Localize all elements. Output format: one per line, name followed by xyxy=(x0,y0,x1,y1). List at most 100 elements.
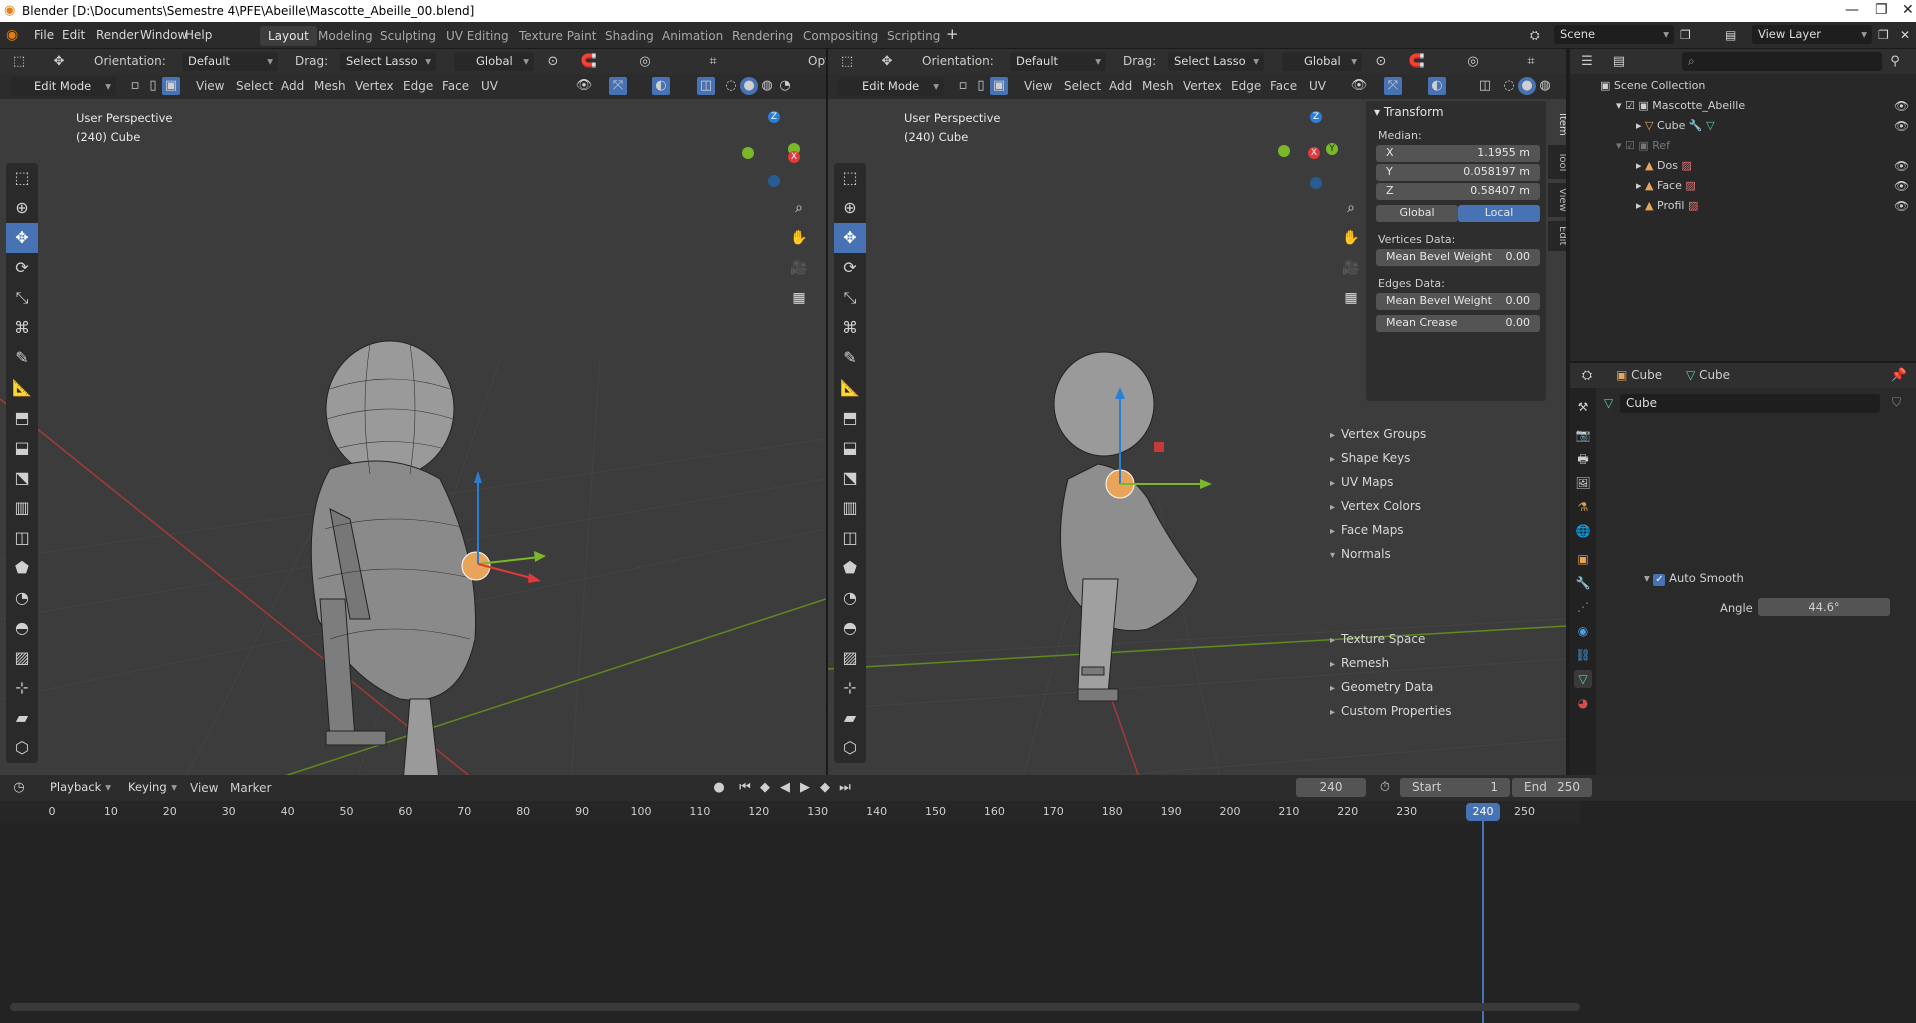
edge-select-icon[interactable]: ▯ xyxy=(144,77,162,95)
visibility-eye-icon[interactable]: 👁 xyxy=(1894,119,1909,133)
median-z-field[interactable]: Z 0.58407 m xyxy=(1376,183,1540,200)
gizmo-neg-y-axis[interactable] xyxy=(742,147,754,159)
object-tab-icon[interactable]: ▣ xyxy=(1574,550,1592,568)
tab-sculpting[interactable]: Sculpting xyxy=(372,26,444,46)
measure-tool[interactable]: 📐 xyxy=(6,373,38,403)
mode-dropdown[interactable]: Edit Mode xyxy=(10,77,116,96)
zoom-icon[interactable]: ⌕ xyxy=(786,195,812,221)
tab-edit[interactable]: Edit xyxy=(1548,221,1566,251)
gizmo-toggle-icon[interactable]: ⤧ xyxy=(1384,77,1402,95)
panel-custom-properties[interactable]: Custom Properties xyxy=(1330,704,1451,718)
cursor-tool[interactable]: ⊕ xyxy=(6,193,38,223)
gizmo-plane-handle[interactable] xyxy=(1154,442,1164,452)
face-select-icon[interactable]: ▣ xyxy=(990,77,1008,95)
snap-icon[interactable]: 🧲 xyxy=(580,53,598,71)
options-overflow[interactable]: Opt xyxy=(808,54,826,68)
panel-vertex-groups[interactable]: Vertex Groups xyxy=(1330,427,1426,441)
scene-tab-icon[interactable]: ⚗ xyxy=(1574,498,1592,516)
edge-slide-tool[interactable]: ▨ xyxy=(834,643,866,673)
tab-view[interactable]: View xyxy=(1548,183,1566,217)
play-reverse-icon[interactable]: ◀ xyxy=(776,779,794,797)
ortho-grid-icon[interactable]: ▦ xyxy=(786,285,812,311)
menu-uv[interactable]: UV xyxy=(481,79,498,93)
transform-tool[interactable]: ⌘ xyxy=(6,313,38,343)
start-frame-field[interactable]: Start 1 xyxy=(1400,778,1510,797)
timeline-scrollbar[interactable] xyxy=(10,1003,1580,1011)
scale-tool[interactable]: ⤡ xyxy=(834,283,866,313)
shading-wireframe-icon[interactable]: ◌ xyxy=(1500,77,1518,95)
tab-shading[interactable]: Shading xyxy=(597,26,662,46)
gizmo-y-axis[interactable]: Y xyxy=(1326,143,1338,155)
median-x-field[interactable]: X 1.1955 m xyxy=(1376,145,1540,162)
minimize-icon[interactable]: — xyxy=(1845,2,1859,18)
shading-wireframe-icon[interactable]: ◌ xyxy=(722,77,740,95)
panel-uv-maps[interactable]: UV Maps xyxy=(1330,475,1393,489)
visibility-eye-icon[interactable]: 👁 xyxy=(1894,99,1909,113)
fake-user-shield-icon[interactable]: ⛉ xyxy=(1892,395,1901,410)
menu-vertex[interactable]: Vertex xyxy=(355,79,394,93)
playhead-line[interactable] xyxy=(1482,821,1484,1023)
orientation-dropdown[interactable]: Default xyxy=(182,52,278,71)
annotate-tool[interactable]: ✎ xyxy=(834,343,866,373)
vertex-select-icon[interactable]: ▫ xyxy=(126,77,144,95)
overlay-toggle-icon[interactable]: ◐ xyxy=(1428,77,1446,95)
menu-help[interactable]: Help xyxy=(185,28,212,42)
menu-add[interactable]: Add xyxy=(281,79,304,93)
pin-icon[interactable]: 📌 xyxy=(1890,367,1908,385)
playhead-frame[interactable]: 240 xyxy=(1466,803,1500,821)
play-icon[interactable]: ▶ xyxy=(796,779,814,797)
move-tool-icon[interactable]: ✥ xyxy=(50,53,68,71)
prev-keyframe-icon[interactable]: ◆ xyxy=(756,779,774,797)
cursor-tool[interactable]: ⊕ xyxy=(834,193,866,223)
menu-edge[interactable]: Edge xyxy=(1231,79,1261,93)
pan-hand-icon[interactable]: ✋ xyxy=(786,225,812,251)
move-tool[interactable]: ✥ xyxy=(6,223,38,253)
menu-edit[interactable]: Edit xyxy=(62,28,85,42)
auto-smooth-row[interactable]: ▾ ✓ Auto Smooth xyxy=(1644,571,1744,586)
snap-icon[interactable]: 🧲 xyxy=(1408,53,1426,71)
particles-tab-icon[interactable]: ⋰ xyxy=(1574,598,1592,616)
add-workspace-icon[interactable]: + xyxy=(946,25,959,43)
view-object-types-icon[interactable]: 👁 xyxy=(1350,77,1368,95)
editor-type-icon[interactable]: ◷ xyxy=(10,779,28,797)
poly-build-tool[interactable]: ⬟ xyxy=(6,553,38,583)
end-frame-field[interactable]: End 250 xyxy=(1512,778,1592,797)
editor-type-icon[interactable]: ⬚ xyxy=(10,53,28,71)
editor-type-icon[interactable]: ☰ xyxy=(1578,53,1596,71)
menu-face[interactable]: Face xyxy=(1270,79,1297,93)
scale-tool[interactable]: ⤡ xyxy=(6,283,38,313)
shear-tool[interactable]: ▰ xyxy=(6,703,38,733)
shading-material-icon[interactable]: ◍ xyxy=(758,77,776,95)
edge-select-icon[interactable]: ▯ xyxy=(972,77,990,95)
material-tab-icon[interactable]: ◕ xyxy=(1574,694,1592,712)
transform-tool[interactable]: ⌘ xyxy=(834,313,866,343)
select-box-tool[interactable]: ⬚ xyxy=(6,163,38,193)
render-tab-icon[interactable]: 📷 xyxy=(1574,426,1592,444)
spin-tool[interactable]: ◔ xyxy=(6,583,38,613)
new-view-layer-icon[interactable]: ❐ xyxy=(1878,28,1889,42)
panel-shape-keys[interactable]: Shape Keys xyxy=(1330,451,1410,465)
outliner-search-input[interactable]: ⌕ xyxy=(1682,52,1882,71)
gizmo-neg-y-axis[interactable] xyxy=(1278,145,1290,157)
view-layer-tab-icon[interactable]: 🖼 xyxy=(1574,474,1592,492)
annotate-tool[interactable]: ✎ xyxy=(6,343,38,373)
menu-mesh[interactable]: Mesh xyxy=(314,79,346,93)
rotate-tool[interactable]: ⟳ xyxy=(834,253,866,283)
close-icon[interactable]: ✕ xyxy=(1902,2,1914,18)
world-tab-icon[interactable]: 🌐 xyxy=(1574,522,1592,540)
menu-window[interactable]: Window xyxy=(140,28,187,42)
panel-face-maps[interactable]: Face Maps xyxy=(1330,523,1404,537)
transform-panel-title[interactable]: ▾ Transform xyxy=(1374,105,1444,119)
inset-tool[interactable]: ⬓ xyxy=(834,433,866,463)
tab-tool[interactable]: Tool xyxy=(1548,145,1566,179)
extrude-tool[interactable]: ⬒ xyxy=(834,403,866,433)
modifier-tab-icon[interactable]: 🔧 xyxy=(1574,574,1592,592)
menu-file[interactable]: File xyxy=(34,28,54,42)
tab-item[interactable]: Item xyxy=(1548,107,1566,141)
knife-tool[interactable]: ◫ xyxy=(6,523,38,553)
editor-type-icon[interactable]: ⬚ xyxy=(838,53,856,71)
view-object-types-icon[interactable]: 👁 xyxy=(575,77,593,95)
menu-uv[interactable]: UV xyxy=(1309,79,1326,93)
frame-ruler[interactable]: 0 10 20 30 40 50 60 70 80 90 100 110 120 130 140 150 160… xyxy=(0,801,1580,823)
shading-rendered-icon[interactable]: ◔ xyxy=(776,77,794,95)
